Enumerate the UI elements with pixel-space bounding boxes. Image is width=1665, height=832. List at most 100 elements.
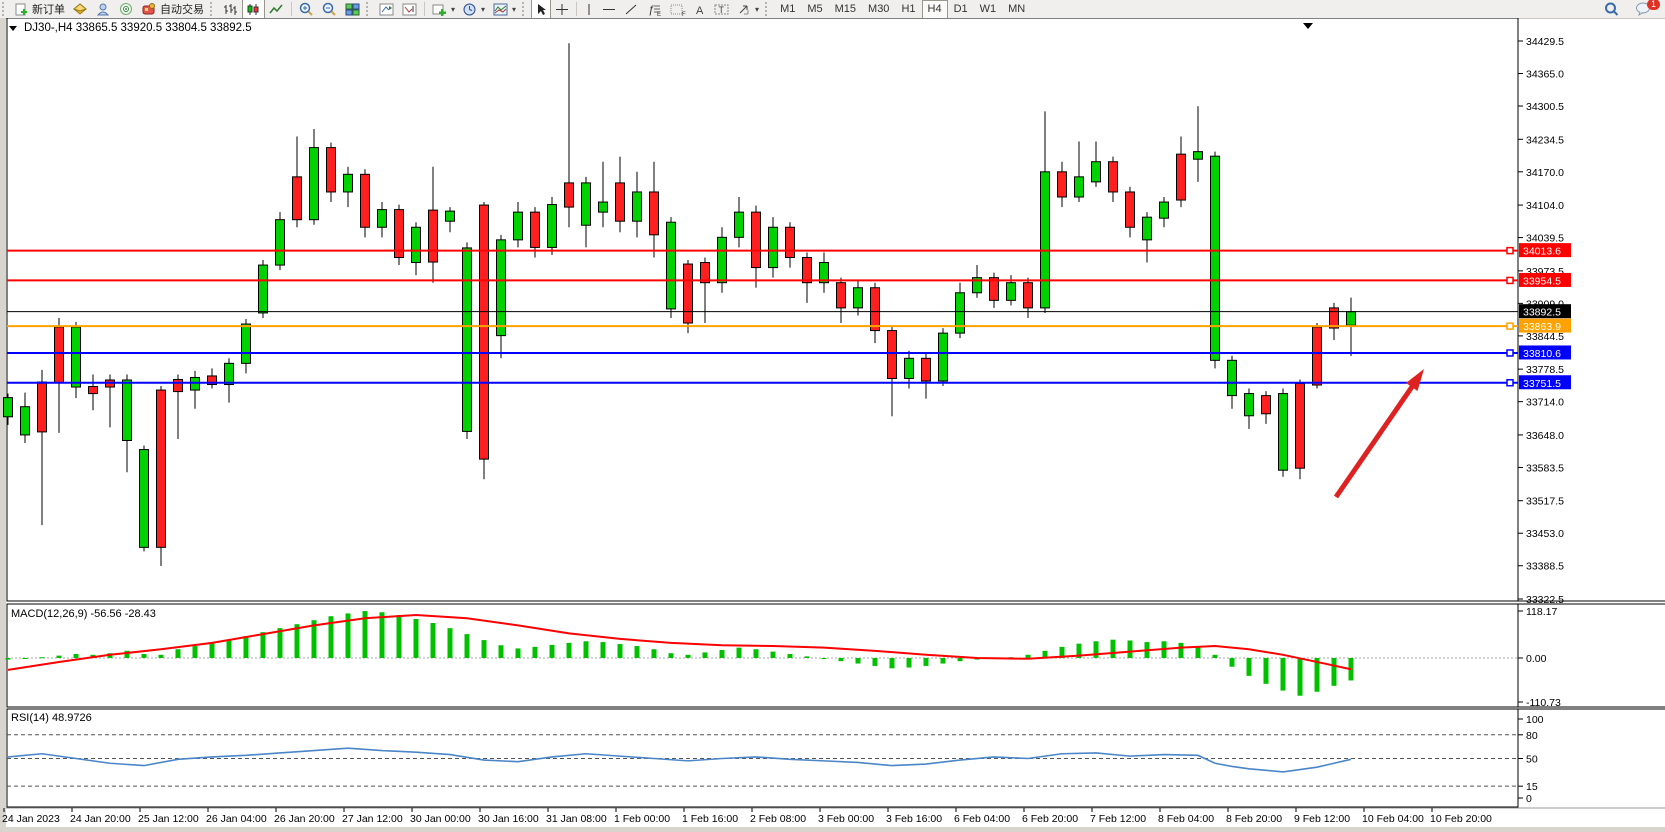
macd-bar: [1332, 658, 1337, 686]
macd-bar: [380, 612, 385, 658]
candle: [191, 377, 200, 390]
trendline-tool-button[interactable]: [620, 0, 642, 19]
channel-tool-button[interactable]: F: [666, 0, 690, 19]
new-order-button[interactable]: 新订单: [11, 0, 69, 19]
toolbar-drag-handle[interactable]: [366, 2, 373, 16]
fibonacci-icon: ƒE: [646, 3, 662, 16]
cursor-tool-button[interactable]: [531, 0, 551, 19]
toolbar-drag-handle[interactable]: [210, 2, 217, 16]
crosshair-tool-button[interactable]: [551, 0, 573, 19]
candle: [123, 380, 132, 440]
tile-windows-button[interactable]: [341, 0, 364, 19]
notification-count-badge: 1: [1647, 0, 1660, 10]
template-button[interactable]: ▾: [489, 0, 520, 19]
time-axis-label: 2 Feb 08:00: [750, 813, 806, 825]
candle: [429, 210, 438, 262]
chevron-down-icon: ▾: [481, 5, 485, 14]
time-axis-label: 24 Jan 2023: [2, 813, 60, 825]
timeframe-m15-button[interactable]: M15: [829, 0, 862, 19]
time-axis-label: 6 Feb 20:00: [1022, 813, 1078, 825]
macd-bar: [244, 636, 249, 658]
macd-axis-label: 118.17: [1526, 606, 1557, 618]
autotrading-label: 自动交易: [160, 1, 204, 17]
macd-panel[interactable]: [7, 604, 1518, 707]
macd-bar: [57, 656, 62, 658]
timeframe-d1-button[interactable]: D1: [948, 0, 974, 19]
price-axis-label: 33583.5: [1526, 462, 1564, 474]
price-line-handle[interactable]: [1507, 323, 1513, 329]
main-chart-panel[interactable]: [7, 18, 1518, 601]
macd-bar: [550, 645, 555, 658]
macd-bar: [227, 640, 232, 658]
bar-chart-mode-button[interactable]: [219, 0, 242, 19]
macd-bar: [1196, 647, 1201, 658]
timeframe-m5-button[interactable]: M5: [801, 0, 828, 19]
macd-bar: [720, 650, 725, 658]
price-badge-label: 33863.9: [1523, 321, 1561, 333]
line-chart-mode-button[interactable]: [265, 0, 288, 19]
cursor-icon: [535, 3, 547, 16]
time-axis-label: 30 Jan 00:00: [410, 813, 471, 825]
candle: [242, 324, 251, 363]
zoom-in-button[interactable]: [295, 0, 318, 19]
macd-bar: [584, 641, 589, 658]
macd-bar: [635, 646, 640, 658]
candle: [905, 358, 914, 378]
indicator-window2-button[interactable]: [398, 0, 421, 19]
toolbar-drag-handle[interactable]: [2, 2, 9, 16]
macd-bar: [1111, 640, 1116, 658]
macd-bar: [193, 646, 198, 658]
price-line-handle[interactable]: [1507, 350, 1513, 356]
search-button[interactable]: [1600, 0, 1623, 19]
candle: [922, 358, 931, 381]
arrows-tool-button[interactable]: ▾: [733, 0, 763, 19]
autotrading-button[interactable]: 自动交易: [138, 0, 208, 19]
candle: [480, 205, 489, 459]
price-axis-label: 33388.5: [1526, 561, 1564, 573]
timeframe-h4-button[interactable]: H4: [922, 0, 948, 19]
macd-bar: [1281, 658, 1286, 691]
macd-bar: [1230, 658, 1235, 667]
text-tool-button[interactable]: A: [690, 0, 710, 19]
timeframe-h1-button[interactable]: H1: [895, 0, 921, 19]
fibonacci-tool-button[interactable]: ƒE: [642, 0, 666, 19]
price-line-handle[interactable]: [1507, 248, 1513, 254]
candle: [1143, 217, 1152, 240]
timeframe-m30-button[interactable]: M30: [862, 0, 895, 19]
zoom-out-button[interactable]: [318, 0, 341, 19]
profiles-button[interactable]: [92, 0, 115, 19]
indicator-window-button[interactable]: [375, 0, 398, 19]
add-indicator-button[interactable]: ▾: [428, 0, 459, 19]
candle: [633, 192, 642, 221]
chart-wizard-button[interactable]: [69, 0, 92, 19]
candle: [616, 183, 625, 221]
candle: [1075, 177, 1084, 197]
notifications-button[interactable]: 1: [1631, 0, 1655, 19]
candle: [1058, 172, 1067, 197]
price-line-handle[interactable]: [1507, 380, 1513, 386]
timeframe-mn-button[interactable]: MN: [1002, 0, 1031, 19]
timeframe-m1-button[interactable]: M1: [774, 0, 801, 19]
timeframe-w1-button[interactable]: W1: [974, 0, 1003, 19]
candle: [174, 379, 183, 391]
candle: [599, 202, 608, 212]
vertical-line-tool-button[interactable]: [580, 0, 598, 19]
macd-bar: [499, 645, 504, 658]
broadcast-button[interactable]: [115, 0, 138, 19]
text-label-tool-button[interactable]: T: [710, 0, 733, 19]
macd-bar: [856, 658, 861, 664]
price-line-handle[interactable]: [1507, 277, 1513, 283]
macd-bar: [1179, 643, 1184, 658]
candle: [548, 205, 557, 248]
horizontal-line-tool-button[interactable]: [598, 0, 620, 19]
toolbar-drag-handle[interactable]: [522, 2, 529, 16]
toolbar-drag-handle[interactable]: [765, 2, 772, 16]
candle: [1211, 156, 1220, 360]
period-button[interactable]: ▾: [459, 0, 489, 19]
trendline-icon: [624, 3, 638, 16]
indicator-window2-icon: [402, 3, 417, 16]
candle-chart-mode-button[interactable]: [242, 0, 265, 19]
price-axis-label: 33648.0: [1526, 430, 1564, 442]
chart-canvas[interactable]: DJ30-,H4 33865.5 33920.5 33804.5 33892.5…: [0, 18, 1665, 832]
text-icon: A: [694, 3, 706, 16]
